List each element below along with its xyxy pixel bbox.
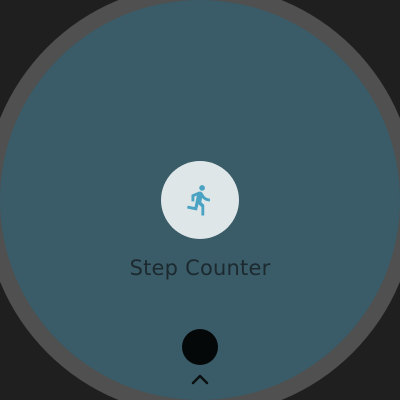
step-counter-app-button[interactable] (161, 161, 239, 239)
watch-face: Step Counter (0, 0, 400, 400)
running-person-icon (187, 185, 210, 216)
app-label: Step Counter (129, 256, 271, 280)
page-indicator-dot (182, 329, 218, 365)
watch-screen: Step Counter (0, 0, 400, 400)
chevron-up-icon[interactable] (189, 372, 211, 386)
